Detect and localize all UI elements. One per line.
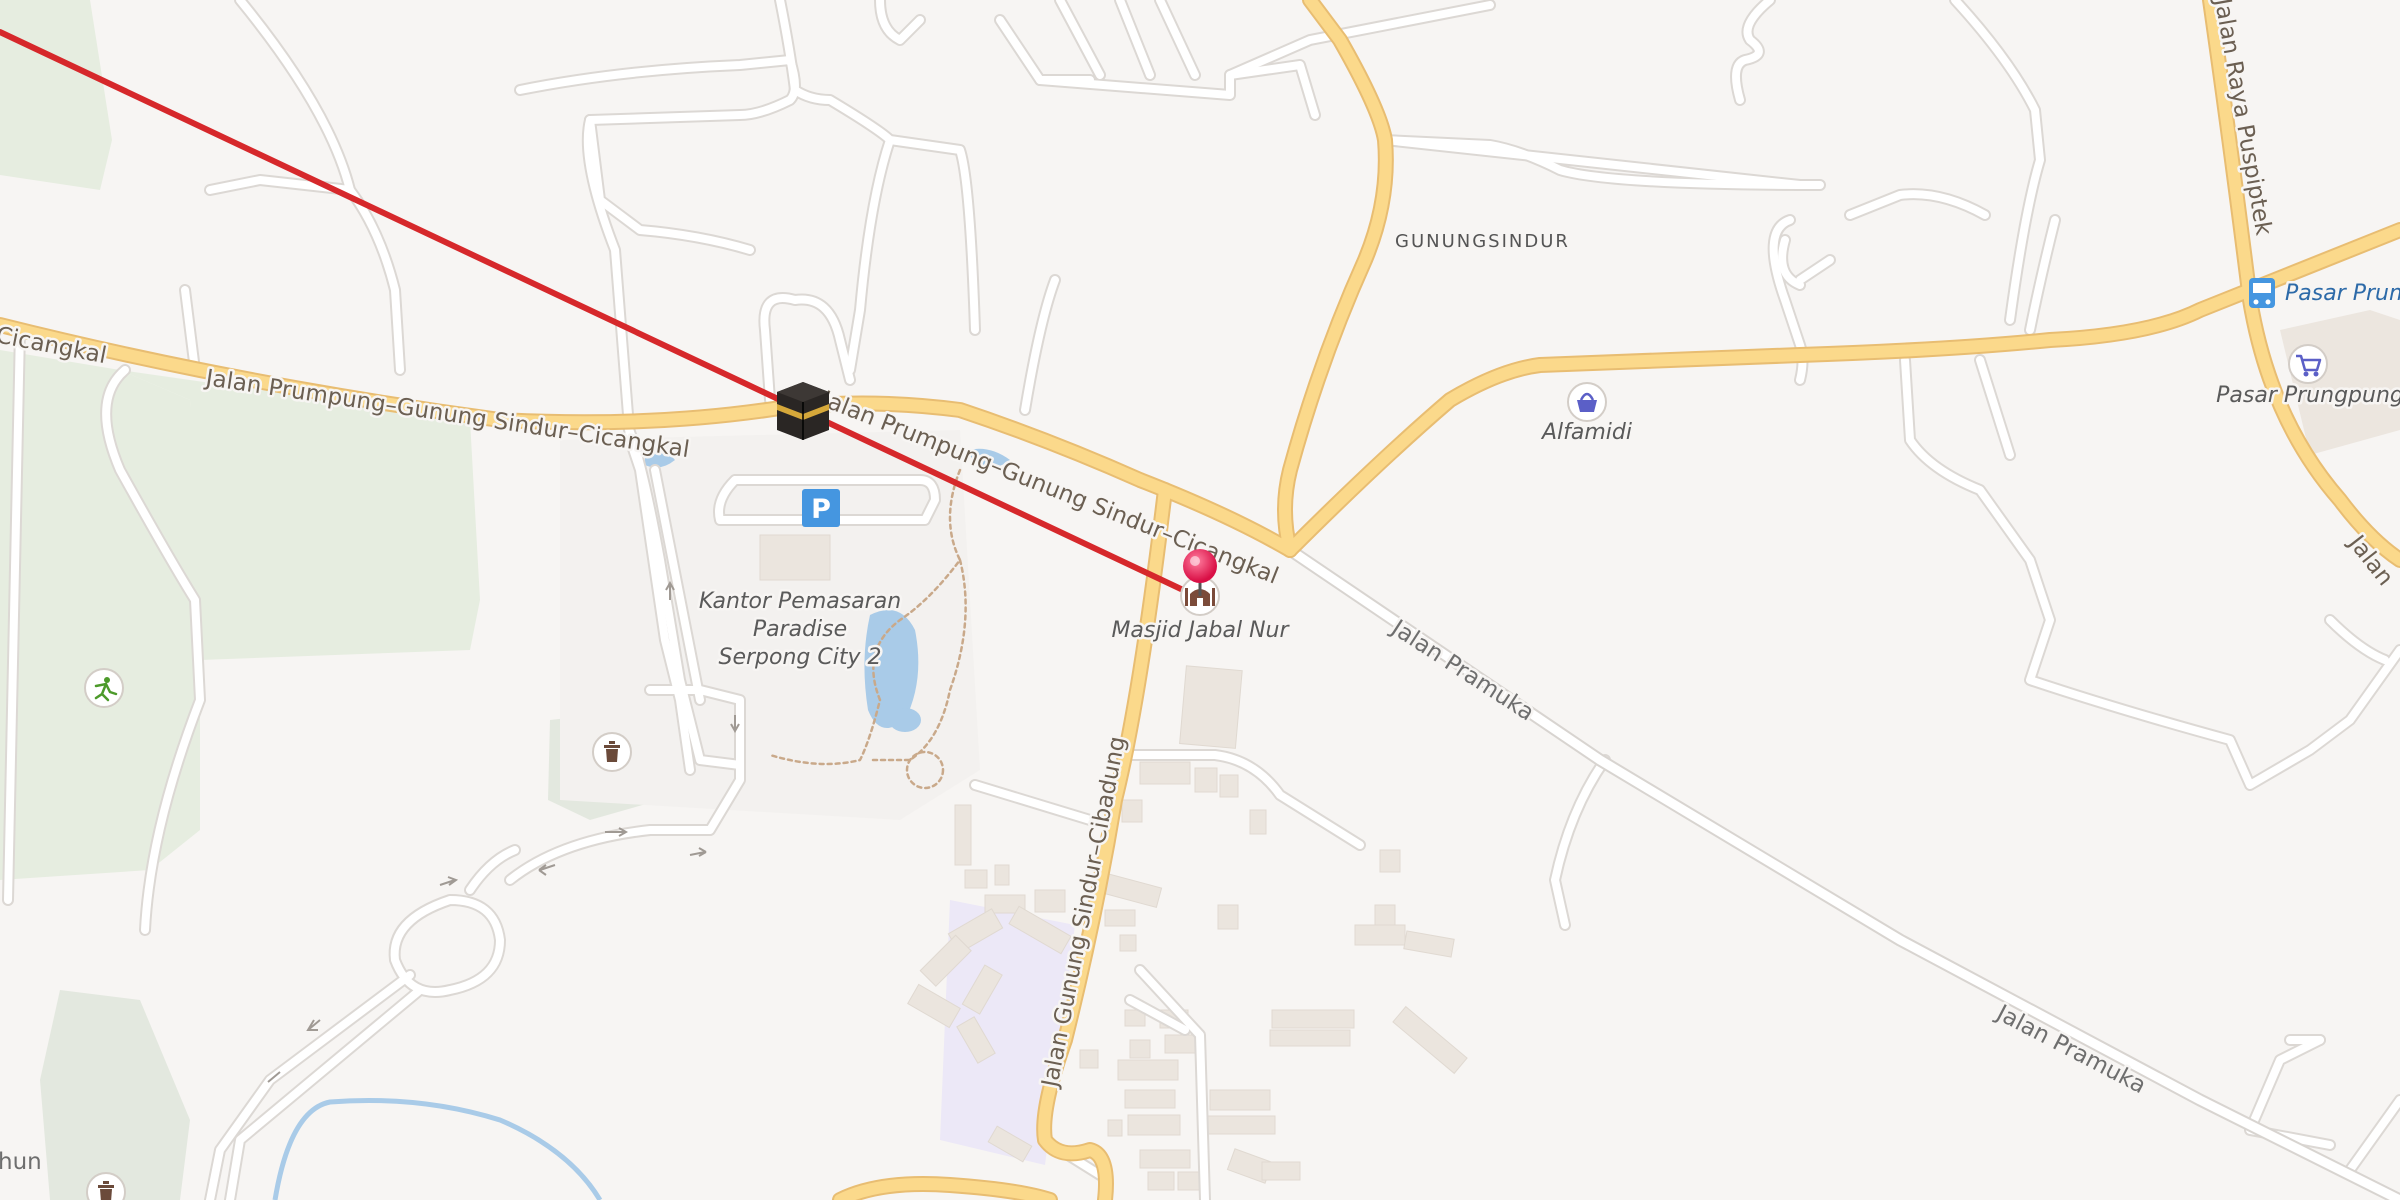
building	[1121, 799, 1143, 823]
place-label: GUNUNGSINDUR	[1395, 231, 1570, 252]
building	[1179, 665, 1243, 749]
kaaba-icon[interactable]	[777, 382, 829, 440]
road-label: hun	[0, 1149, 42, 1175]
shopping-cart-icon[interactable]	[2288, 344, 2328, 384]
building	[1354, 924, 1406, 946]
building	[1117, 1059, 1179, 1081]
building	[1379, 849, 1401, 873]
building	[1127, 1114, 1181, 1136]
building	[1119, 934, 1137, 952]
building	[1217, 904, 1239, 930]
building	[994, 864, 1010, 886]
building	[759, 534, 831, 581]
map-view[interactable]: Jalan Prumpung–Gunung Sindur–Cicangkal J…	[0, 0, 2400, 1200]
building	[1079, 1049, 1099, 1069]
poi-label-pasar-bus: Pasar Prum	[2285, 281, 2400, 306]
building	[1261, 1161, 1301, 1181]
poi-label-kantor: Kantor Pemasaran	[699, 589, 901, 614]
shopping-basket-icon[interactable]	[1567, 382, 1607, 422]
poi-label-kantor: Paradise	[753, 617, 847, 642]
parking-icon[interactable]: P	[802, 489, 840, 527]
building	[1194, 767, 1218, 793]
building	[964, 869, 988, 889]
poi-label-pasar-market: Pasar Prungpung	[2216, 383, 2400, 408]
building	[1139, 1149, 1191, 1169]
building	[1249, 809, 1267, 835]
sports-icon[interactable]	[84, 668, 124, 708]
bus-stop-icon[interactable]	[2249, 278, 2275, 308]
building	[1124, 1089, 1176, 1109]
map-canvas[interactable]: Jalan Prumpung–Gunung Sindur–Cicangkal J…	[0, 0, 2400, 1200]
building	[1164, 1034, 1196, 1054]
building	[1034, 889, 1066, 913]
waste-basket-icon[interactable]	[592, 732, 632, 772]
poi-label-masjid: Masjid Jabal Nur	[1111, 618, 1290, 643]
building	[1204, 1115, 1276, 1135]
building	[954, 804, 972, 866]
poi-label-kantor: Serpong City 2	[719, 645, 882, 670]
building	[1104, 909, 1136, 927]
building	[1374, 904, 1396, 928]
building	[1271, 1009, 1355, 1029]
building	[1209, 1089, 1271, 1111]
building	[1139, 761, 1191, 785]
building	[1147, 1171, 1175, 1191]
building	[1269, 1029, 1351, 1047]
poi-label-alfamidi: Alfamidi	[1540, 420, 1632, 445]
pond	[889, 708, 921, 732]
svg-text:P: P	[811, 494, 831, 525]
building	[1107, 1119, 1123, 1137]
building	[1219, 774, 1239, 798]
building	[1129, 1039, 1151, 1059]
